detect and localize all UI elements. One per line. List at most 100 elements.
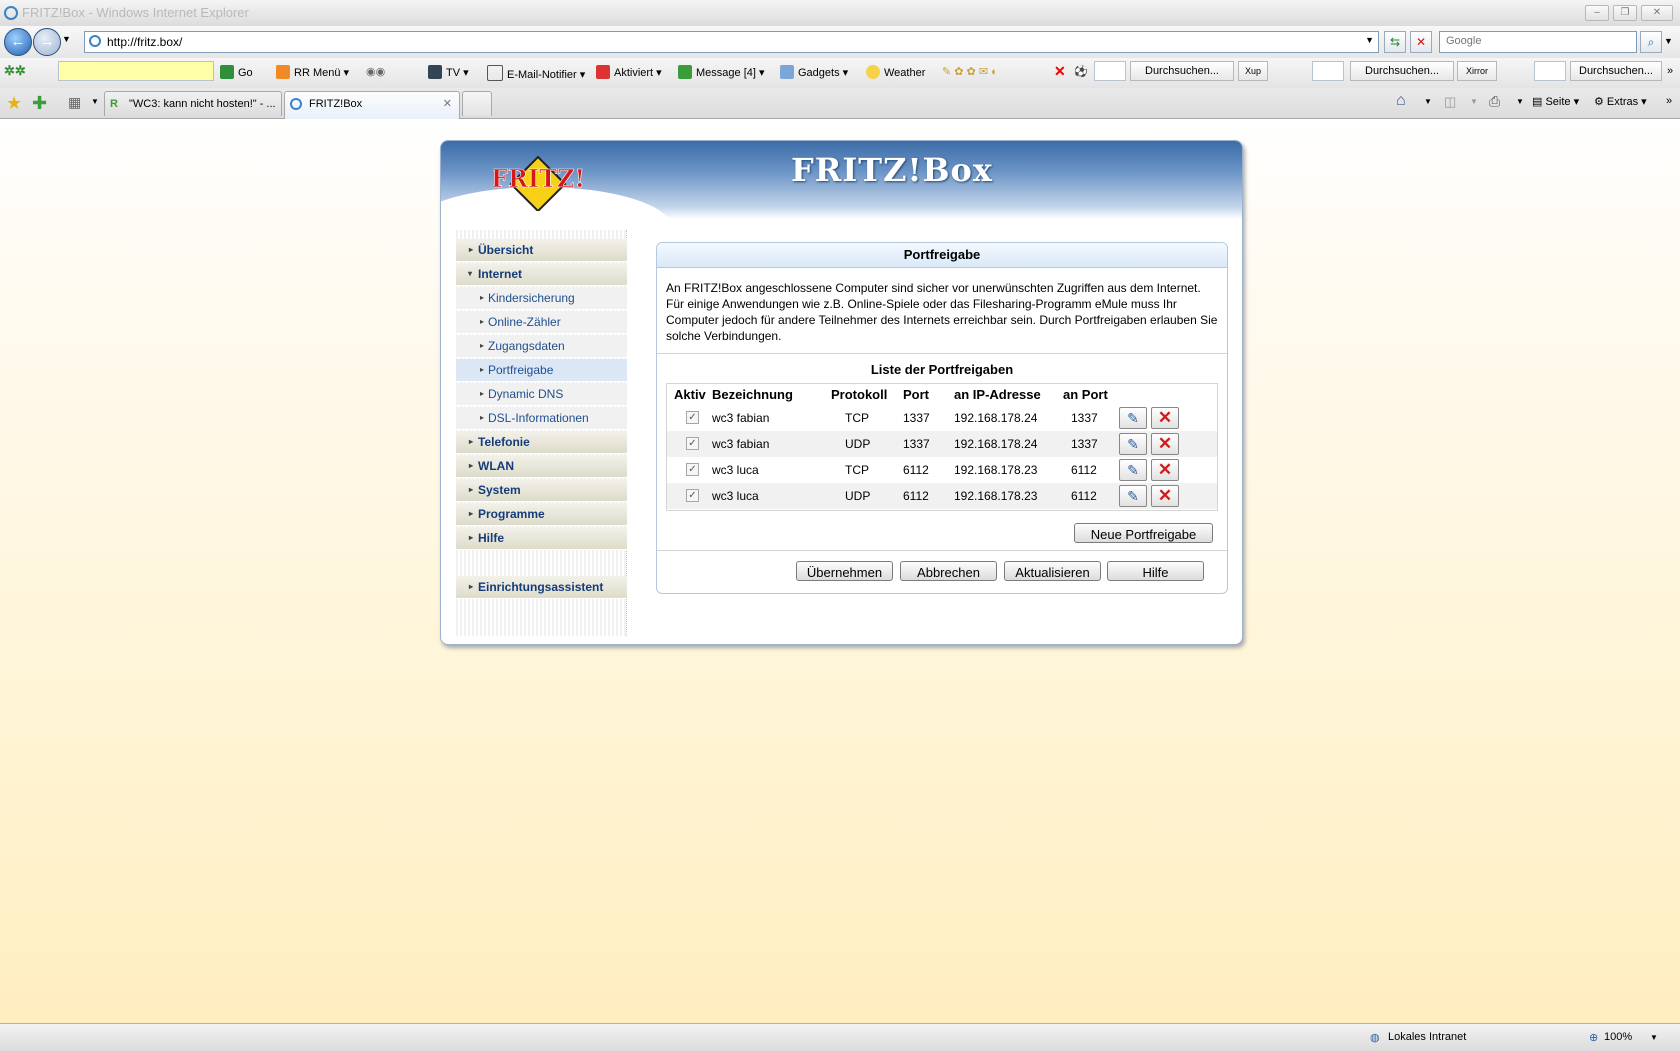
popup-blocker-button[interactable]: Aktiviert ▾ [596,65,662,79]
edit-icon[interactable]: ✎ [1119,433,1147,455]
sidebar-item-wlan[interactable]: ▸ WLAN [456,455,627,478]
toolbar-field-2[interactable] [1312,61,1344,81]
rr-menu-button[interactable]: RR Menü ▾ [276,65,349,79]
panel-title: Portfreigabe [657,243,1227,268]
gadgets-button[interactable]: Gadgets ▾ [780,65,848,79]
active-checkbox[interactable]: ✓ [686,489,699,502]
active-checkbox[interactable]: ✓ [686,463,699,476]
close-window-button[interactable]: ✕ [1641,5,1673,21]
edit-icon[interactable]: ✎ [1119,485,1147,507]
toolbar-field-3[interactable] [1534,61,1566,81]
active-checkbox[interactable]: ✓ [686,437,699,450]
feeds-icon[interactable]: ◫ [1444,94,1456,110]
sidebar-item-programme[interactable]: ▸ Programme [456,503,627,526]
new-portforward-button[interactable]: Neue Portfreigabe [1074,523,1213,543]
history-dropdown-icon[interactable]: ▼ [62,34,71,44]
xup-button[interactable]: Xup [1238,61,1268,81]
new-tab-button[interactable] [462,91,492,116]
quick-tabs-icon[interactable]: ▦ [68,94,81,111]
search-button-2[interactable]: Durchsuchen... [1350,61,1454,81]
refresh-button[interactable]: Aktualisieren [1004,561,1101,581]
arrow-right-icon: ▸ [469,485,474,494]
print-dropdown-icon[interactable]: ▼ [1516,97,1524,106]
table-row: ✓ wc3 luca UDP 6112 192.168.178.23 6112 … [667,483,1217,509]
home-icon[interactable]: ⌂ [1396,92,1406,110]
message-button[interactable]: Message [4] ▾ [678,65,765,79]
tab-list-dropdown-icon[interactable]: ▼ [91,97,99,106]
tab-fritzbox[interactable]: FRITZ!Box ✕ [284,91,460,119]
zoom-level[interactable]: 100% [1604,1031,1632,1043]
weather-button[interactable]: Weather [866,65,925,79]
active-checkbox[interactable]: ✓ [686,411,699,424]
search-button-3[interactable]: Durchsuchen... [1570,61,1662,81]
maximize-button[interactable]: ❐ [1613,5,1637,21]
page-menu[interactable]: ▤ Seite ▾ [1532,95,1579,108]
sidebar-item-einrichtungsassistent[interactable]: ▸ Einrichtungsassistent [456,576,627,599]
print-icon[interactable]: ⎙ [1489,93,1500,110]
edit-icon[interactable]: ✎ [1119,459,1147,481]
arrow-right-icon: ▸ [480,389,485,398]
tab-wc3[interactable]: R "WC3: kann nicht hosten!" - ... [104,91,282,116]
tools-menu[interactable]: ⚙ Extras ▾ [1594,95,1647,108]
sidebar-item-dynamic-dns[interactable]: ▸ Dynamic DNS [456,383,627,406]
favorites-star-icon[interactable]: ★ [6,93,22,114]
search-icon[interactable]: ⌕ [1640,31,1662,53]
forward-button[interactable]: → [33,28,61,56]
arrow-right-icon: ▸ [469,533,474,542]
toolbar-overflow-icon[interactable]: » [1667,65,1673,77]
close-tab-icon[interactable]: ✕ [443,92,452,116]
cancel-button[interactable]: Abbrechen [900,561,997,581]
media-controls-icon[interactable]: ◉◉ [366,65,385,78]
delete-icon[interactable]: ✕ [1151,459,1179,481]
toolbar-logo-icon[interactable]: ✲✲ [4,63,26,79]
delete-icon[interactable]: ✕ [1151,407,1179,429]
cell-ip: 192.168.178.23 [954,463,1038,477]
status-bar: ◍ Lokales Intranet ⊕ 100% ▼ [0,1023,1680,1051]
sidebar-item-uebersicht[interactable]: ▸ Übersicht [456,239,627,262]
sidebar-item-hilfe[interactable]: ▸ Hilfe [456,527,627,550]
sidebar-item-online-zaehler[interactable]: ▸ Online-Zähler [456,311,627,334]
help-button[interactable]: Hilfe [1107,561,1204,581]
minimize-button[interactable]: – [1585,5,1609,21]
back-button[interactable]: ← [4,28,32,56]
sidebar-item-internet[interactable]: ▾ Internet [456,263,627,286]
xirror-button[interactable]: Xirror [1457,61,1497,81]
toolbar-field-1[interactable] [1094,61,1126,81]
sidebar-item-kindersicherung[interactable]: ▸ Kindersicherung [456,287,627,310]
soccer-icon[interactable]: ⚽ [1074,65,1088,78]
address-bar[interactable]: http://fritz.box/ ▼ [84,31,1379,53]
delete-icon[interactable]: ✕ [1151,433,1179,455]
sidebar-nav: ▸ Übersicht ▾ Internet ▸ Kindersicherung ▸ O… [454,230,627,636]
stop-icon[interactable]: ✕ [1410,31,1432,53]
apply-button[interactable]: Übernehmen [796,561,893,581]
search-options-icon[interactable]: ▼ [1664,36,1673,46]
commandbar-overflow-icon[interactable]: » [1666,95,1672,107]
sidebar-item-telefonie[interactable]: ▸ Telefonie [456,431,627,454]
search-box[interactable] [1439,31,1637,53]
address-dropdown-icon[interactable]: ▼ [1365,35,1374,45]
home-dropdown-icon[interactable]: ▼ [1424,97,1432,106]
search-button-1[interactable]: Durchsuchen... [1130,61,1234,81]
refresh-icon[interactable]: ⇆ [1384,31,1406,53]
sidebar-item-zugangsdaten[interactable]: ▸ Zugangsdaten [456,335,627,358]
addon-icons[interactable]: ✎ ✿ ✿ ✉ ◐ [942,65,998,78]
close-x-icon[interactable]: ✕ [1054,63,1066,80]
email-notifier-button[interactable]: E-Mail-Notifier ▾ [487,65,585,81]
sidebar-item-system[interactable]: ▸ System [456,479,627,502]
sidebar-item-dsl-informationen[interactable]: ▸ DSL-Informationen [456,407,627,430]
feeds-dropdown-icon[interactable]: ▼ [1470,97,1478,106]
edit-icon[interactable]: ✎ [1119,407,1147,429]
address-text[interactable]: http://fritz.box/ [107,35,182,49]
search-input[interactable] [1444,34,1628,48]
delete-icon[interactable]: ✕ [1151,485,1179,507]
cell-to-port: 6112 [1071,489,1097,503]
arrow-right-icon: ▸ [480,365,485,374]
zoom-icon[interactable]: ⊕ [1589,1031,1598,1044]
zoom-dropdown-icon[interactable]: ▼ [1650,1033,1658,1042]
sidebar-item-portfreigabe[interactable]: ▸ Portfreigabe [456,359,627,382]
toolbar-search-field[interactable] [58,61,214,81]
tv-button[interactable]: TV ▾ [428,65,469,79]
tv-icon [428,65,442,79]
add-favorite-icon[interactable]: ✚ [32,93,47,114]
go-button[interactable]: Go [220,65,253,79]
